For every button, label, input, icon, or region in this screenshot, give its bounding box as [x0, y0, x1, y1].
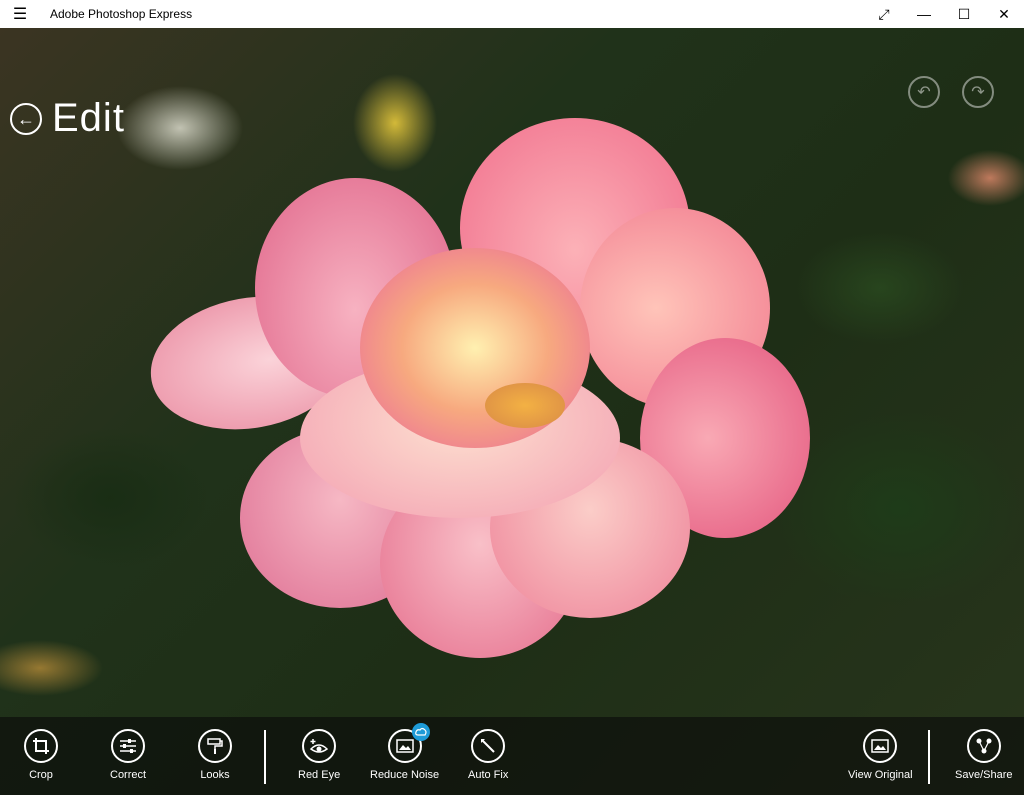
save-share-button[interactable]: Save/Share [955, 729, 1012, 781]
paint-roller-icon [198, 729, 232, 763]
close-button[interactable]: ✕ [984, 0, 1024, 28]
edit-header: ← Edit [10, 96, 125, 141]
rose-center [485, 383, 565, 428]
red-eye-button[interactable]: Red Eye [298, 729, 340, 781]
noise-image-icon [387, 723, 430, 763]
sliders-icon [111, 729, 146, 763]
undo-redo-group: ↶ ↷ [908, 76, 994, 108]
window-title: Adobe Photoshop Express [50, 7, 193, 21]
page-title: Edit [52, 96, 125, 140]
premium-badge-icon [411, 723, 430, 741]
toolbar-divider [264, 730, 266, 784]
auto-fix-button[interactable]: Auto Fix [468, 729, 508, 781]
maximize-button[interactable]: ☐ [944, 0, 984, 28]
looks-button[interactable]: Looks [198, 729, 232, 781]
title-bar: ☰ Adobe Photoshop Express ⤢ — ☐ ✕ [0, 0, 1024, 28]
crop-icon [24, 729, 58, 763]
back-arrow-icon[interactable]: ← [10, 102, 42, 135]
magic-wand-icon [471, 729, 506, 763]
looks-label: Looks [200, 769, 230, 781]
photo-canvas[interactable]: ← Edit ↶ ↷ [0, 28, 1024, 795]
reduce-noise-label: Reduce Noise [370, 769, 440, 781]
auto-fix-label: Auto Fix [468, 769, 509, 781]
window-controls: ⤢ — ☐ ✕ [864, 0, 1024, 28]
crop-button[interactable]: Crop [24, 729, 58, 781]
toolbar-divider [928, 730, 930, 784]
correct-label: Correct [110, 769, 147, 781]
view-original-button[interactable]: View Original [848, 729, 913, 781]
fullscreen-icon[interactable]: ⤢ [864, 0, 904, 28]
hamburger-menu-icon[interactable]: ☰ [0, 0, 40, 28]
redo-icon[interactable]: ↷ [962, 76, 994, 108]
minimize-button[interactable]: — [904, 0, 944, 28]
reduce-noise-button[interactable]: Reduce Noise [370, 723, 440, 781]
view-original-label: View Original [848, 769, 913, 781]
save-share-label: Save/Share [955, 769, 1013, 781]
share-icon [966, 729, 1001, 763]
eye-icon [302, 729, 337, 763]
image-icon [863, 729, 898, 763]
crop-label: Crop [29, 769, 53, 781]
red-eye-label: Red Eye [298, 769, 341, 781]
bottom-toolbar: Crop Correct Looks Red Eye Reduce Noise [0, 717, 1024, 795]
correct-button[interactable]: Correct [110, 729, 146, 781]
undo-icon[interactable]: ↶ [908, 76, 940, 108]
